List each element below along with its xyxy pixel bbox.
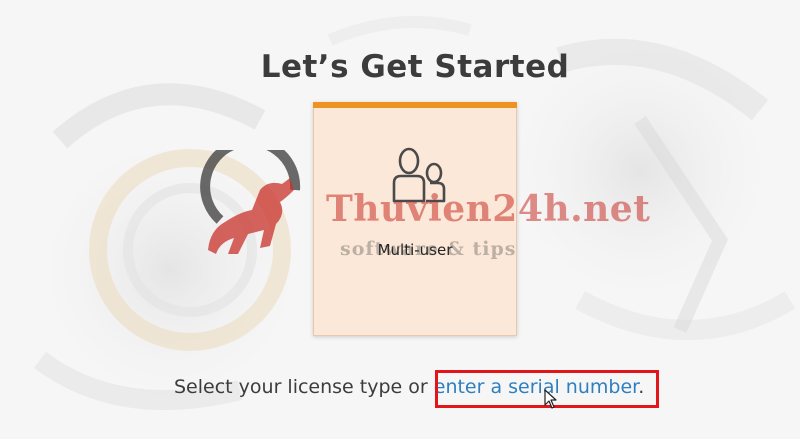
license-prompt: Select your license type or enter a seri… (174, 376, 644, 398)
page-title: Let’s Get Started (260, 48, 570, 85)
tile-label: Multi-user (377, 241, 453, 259)
horse-logo-icon (200, 136, 301, 254)
license-tile-multi-user[interactable]: Multi-user (313, 102, 517, 336)
prompt-period: . (638, 376, 645, 398)
prompt-text: Select your license type or (174, 376, 434, 398)
multi-user-icon (392, 147, 446, 203)
enter-serial-number-link[interactable]: enter a serial number (434, 376, 638, 398)
tile-accent-bar (313, 102, 517, 108)
mouse-pointer-icon (544, 389, 557, 409)
top-rule (0, 0, 800, 7)
license-selection-screen: Let’s Get Started Multi-user Thuvien24h.… (0, 0, 800, 439)
